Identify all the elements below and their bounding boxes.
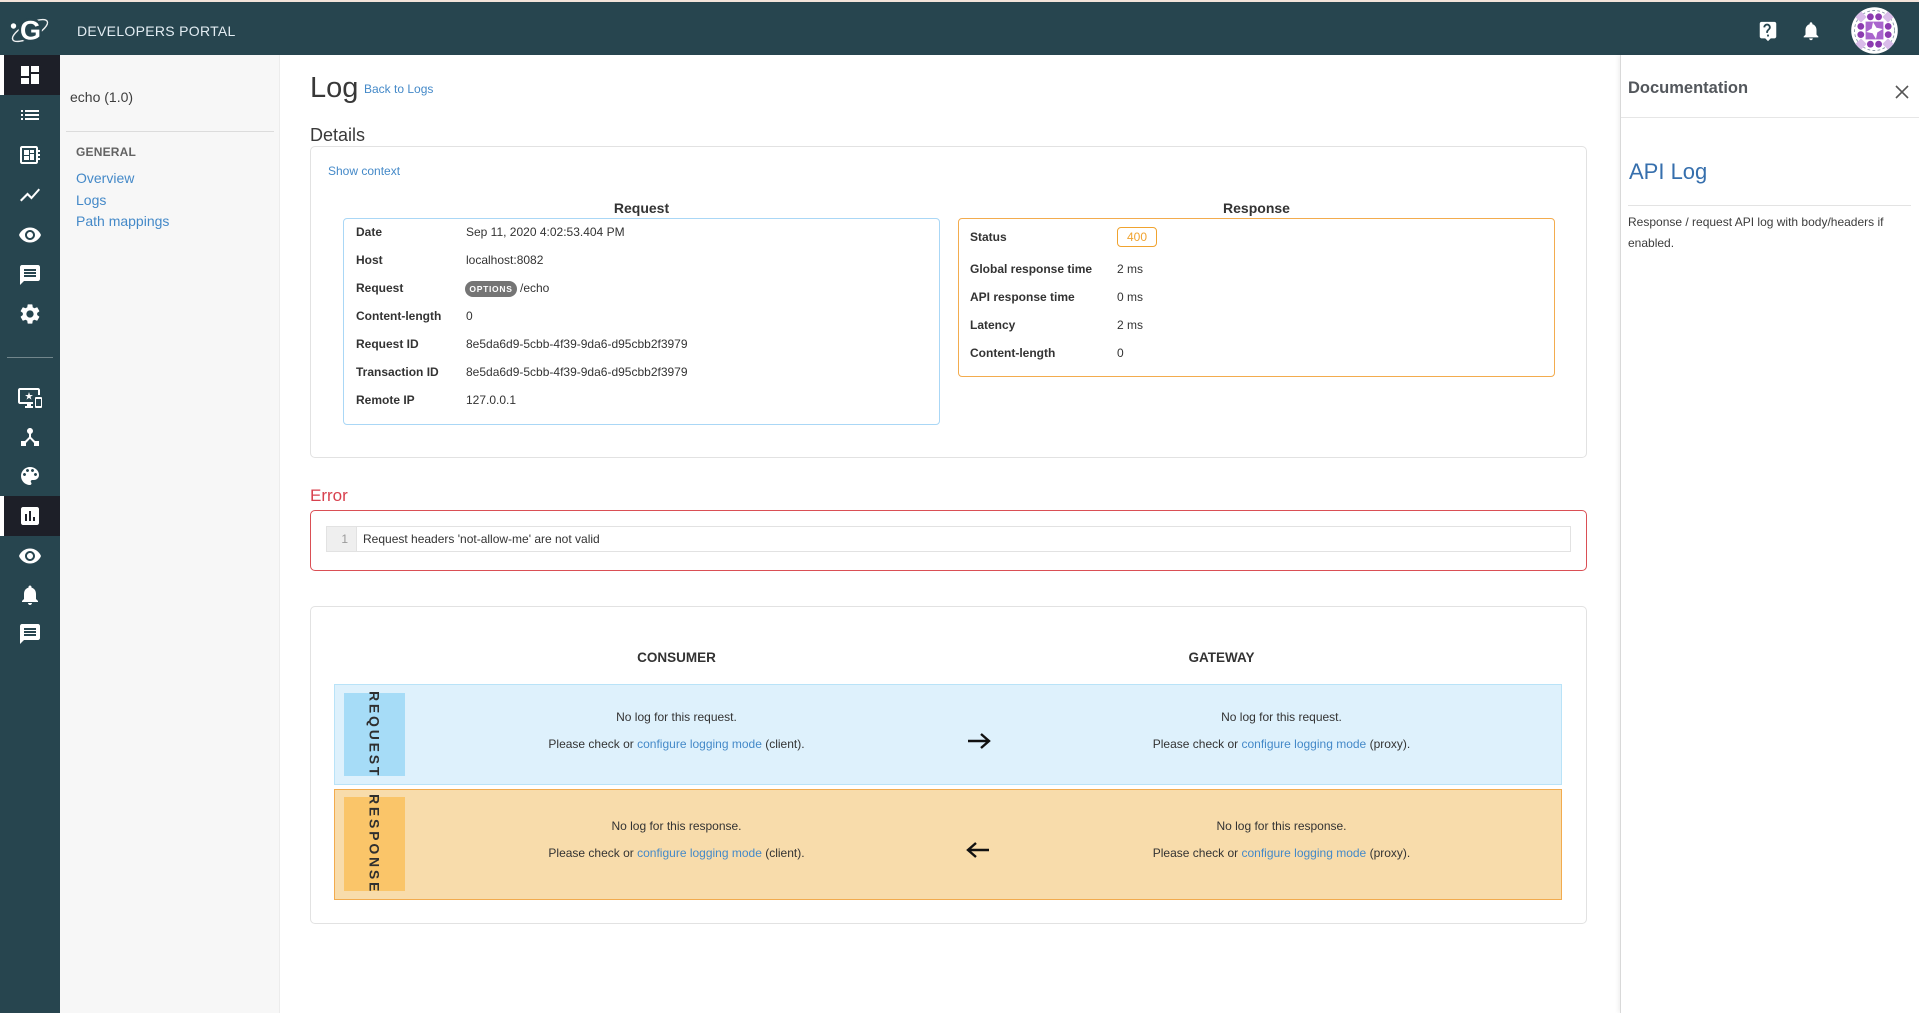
svg-text:G: G: [20, 16, 41, 46]
